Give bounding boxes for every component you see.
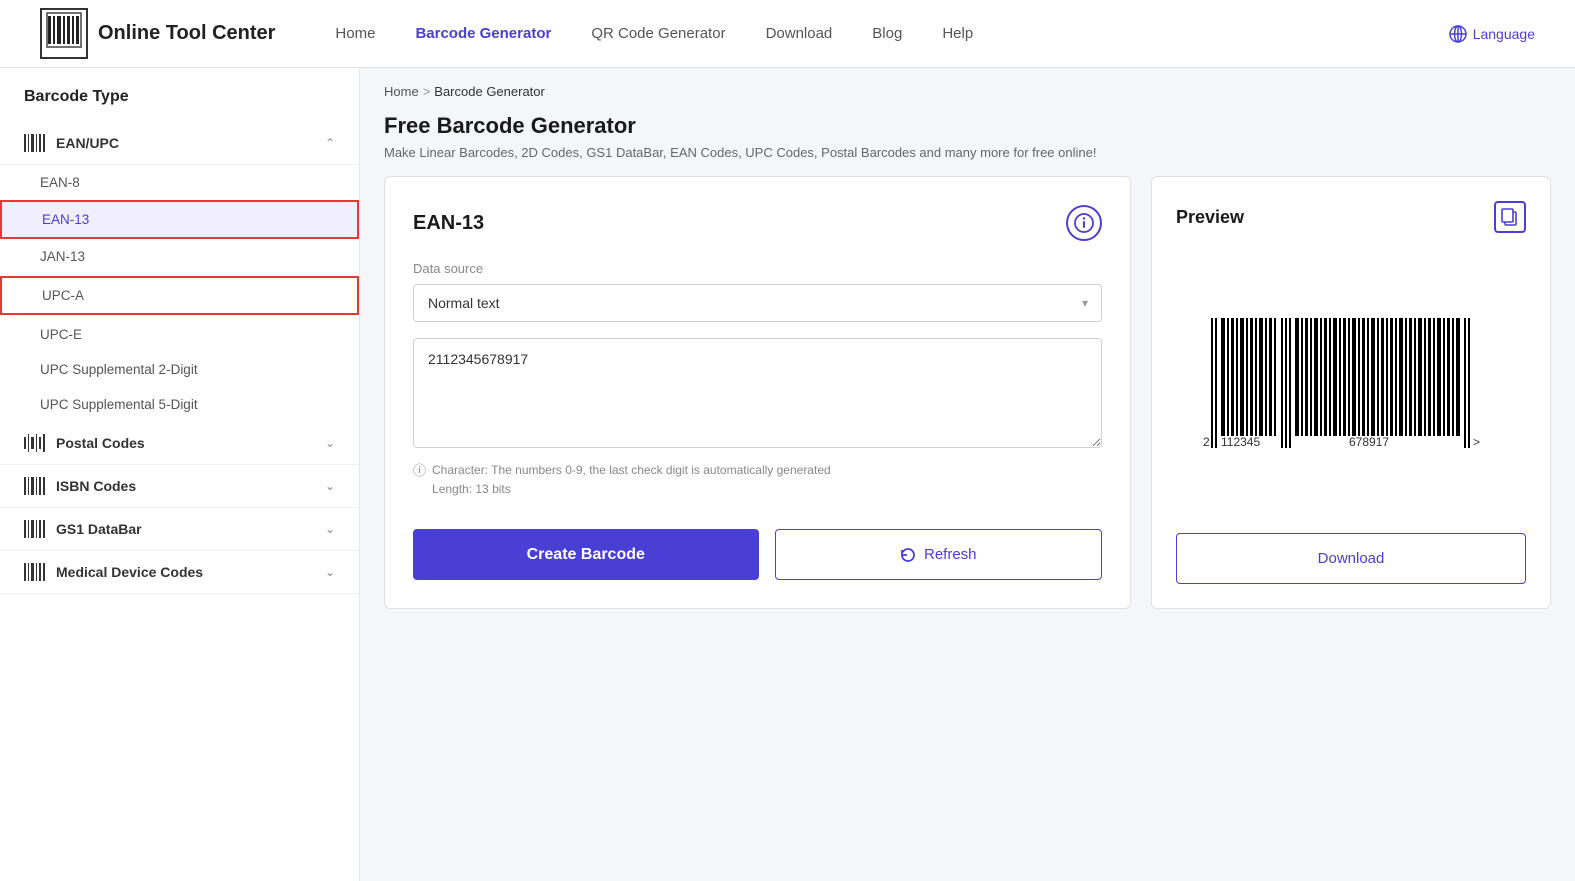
sidebar-item-upc2digit[interactable]: UPC Supplemental 2-Digit bbox=[0, 352, 359, 387]
breadcrumb-home[interactable]: Home bbox=[384, 84, 419, 99]
sidebar: Barcode Type EAN/UPC ⌃ EAN-8 EAN-13 JAN-… bbox=[0, 68, 360, 881]
chevron-down-icon-5: ⌄ bbox=[325, 565, 335, 579]
nav-blog[interactable]: Blog bbox=[872, 25, 902, 42]
breadcrumb: Home > Barcode Generator bbox=[384, 84, 1551, 99]
breadcrumb-separator: > bbox=[423, 84, 431, 99]
gs1-barcode-icon bbox=[24, 520, 46, 538]
main-nav: Home Barcode Generator QR Code Generator… bbox=[335, 25, 1447, 42]
sidebar-category-isbn[interactable]: ISBN Codes ⌄ bbox=[0, 465, 359, 508]
chevron-down-icon-2: ⌄ bbox=[325, 436, 335, 450]
nav-qr-code-generator[interactable]: QR Code Generator bbox=[591, 25, 725, 42]
chevron-down-icon: ⌃ bbox=[325, 136, 335, 150]
refresh-button[interactable]: Refresh bbox=[775, 529, 1103, 580]
language-selector[interactable]: Language bbox=[1448, 24, 1535, 44]
sidebar-item-upca[interactable]: UPC-A bbox=[0, 276, 359, 315]
data-source-select[interactable]: Normal text Base64 Hex bbox=[413, 284, 1102, 322]
logo-text: Online Tool Center bbox=[98, 22, 275, 45]
panel-header: EAN-13 bbox=[413, 205, 1102, 241]
hint-line1: Character: The numbers 0-9, the last che… bbox=[432, 461, 831, 480]
sidebar-category-medical[interactable]: Medical Device Codes ⌄ bbox=[0, 551, 359, 594]
preview-header: Preview bbox=[1176, 201, 1526, 233]
sidebar-item-upce[interactable]: UPC-E bbox=[0, 317, 359, 352]
logo-icon bbox=[40, 8, 88, 59]
svg-text:678917: 678917 bbox=[1349, 435, 1389, 448]
page-header: Free Barcode Generator Make Linear Barco… bbox=[384, 113, 1551, 160]
refresh-icon bbox=[900, 547, 916, 563]
nav-home[interactable]: Home bbox=[335, 25, 375, 42]
postal-barcode-icon bbox=[24, 434, 46, 452]
hint-line2: Length: 13 bits bbox=[432, 480, 831, 499]
info-button[interactable] bbox=[1066, 205, 1102, 241]
main-layout: Barcode Type EAN/UPC ⌃ EAN-8 EAN-13 JAN-… bbox=[0, 68, 1575, 881]
preview-panel: Preview bbox=[1151, 176, 1551, 609]
barcode-input[interactable]: 2112345678917 bbox=[413, 338, 1102, 448]
preview-title: Preview bbox=[1176, 207, 1244, 228]
breadcrumb-current: Barcode Generator bbox=[434, 84, 545, 99]
chevron-down-icon-3: ⌄ bbox=[325, 479, 335, 493]
svg-text:>: > bbox=[1473, 435, 1480, 448]
sidebar-title: Barcode Type bbox=[0, 88, 359, 122]
sidebar-category-gs1[interactable]: GS1 DataBar ⌄ bbox=[0, 508, 359, 551]
svg-text:2: 2 bbox=[1203, 435, 1210, 448]
generator-panel: EAN-13 Data source Normal text Base64 bbox=[384, 176, 1131, 609]
barcode-icon bbox=[24, 134, 46, 152]
header: Online Tool Center Home Barcode Generato… bbox=[0, 0, 1575, 68]
create-barcode-button[interactable]: Create Barcode bbox=[413, 529, 759, 580]
page-title: Free Barcode Generator bbox=[384, 113, 1551, 139]
sidebar-item-jan13[interactable]: JAN-13 bbox=[0, 239, 359, 274]
sidebar-item-ean8[interactable]: EAN-8 bbox=[0, 165, 359, 200]
chevron-down-icon-4: ⌄ bbox=[325, 522, 335, 536]
nav-help[interactable]: Help bbox=[942, 25, 973, 42]
data-source-label: Data source bbox=[413, 261, 1102, 276]
generator-title: EAN-13 bbox=[413, 212, 484, 235]
copy-button[interactable] bbox=[1494, 201, 1526, 233]
logo-area: Online Tool Center bbox=[40, 8, 275, 59]
hint-icon: ⓘ bbox=[413, 461, 426, 499]
barcode-preview: 2 112345 678917 > bbox=[1176, 249, 1526, 517]
isbn-barcode-icon bbox=[24, 477, 46, 495]
content-area: Home > Barcode Generator Free Barcode Ge… bbox=[360, 68, 1575, 881]
copy-icon bbox=[1501, 208, 1519, 226]
sidebar-item-ean13[interactable]: EAN-13 bbox=[0, 200, 359, 239]
language-label: Language bbox=[1473, 26, 1535, 42]
sidebar-item-upc5digit[interactable]: UPC Supplemental 5-Digit bbox=[0, 387, 359, 422]
nav-download[interactable]: Download bbox=[766, 25, 833, 42]
globe-icon bbox=[1448, 24, 1468, 44]
barcode-image: 2 112345 678917 > bbox=[1201, 318, 1501, 448]
sidebar-category-postal[interactable]: Postal Codes ⌄ bbox=[0, 422, 359, 465]
nav-barcode-generator[interactable]: Barcode Generator bbox=[415, 25, 551, 42]
medical-barcode-icon bbox=[24, 563, 46, 581]
hint-text: ⓘ Character: The numbers 0-9, the last c… bbox=[413, 461, 1102, 499]
svg-text:112345: 112345 bbox=[1221, 435, 1260, 448]
sidebar-category-ean-upc[interactable]: EAN/UPC ⌃ bbox=[0, 122, 359, 165]
two-column-layout: EAN-13 Data source Normal text Base64 bbox=[384, 176, 1551, 609]
barcode-svg: 2 112345 678917 > bbox=[1201, 318, 1501, 448]
action-buttons: Create Barcode Refresh bbox=[413, 529, 1102, 580]
download-button[interactable]: Download bbox=[1176, 533, 1526, 584]
data-source-wrapper: Normal text Base64 Hex ▾ bbox=[413, 284, 1102, 322]
page-subtitle: Make Linear Barcodes, 2D Codes, GS1 Data… bbox=[384, 145, 1551, 160]
